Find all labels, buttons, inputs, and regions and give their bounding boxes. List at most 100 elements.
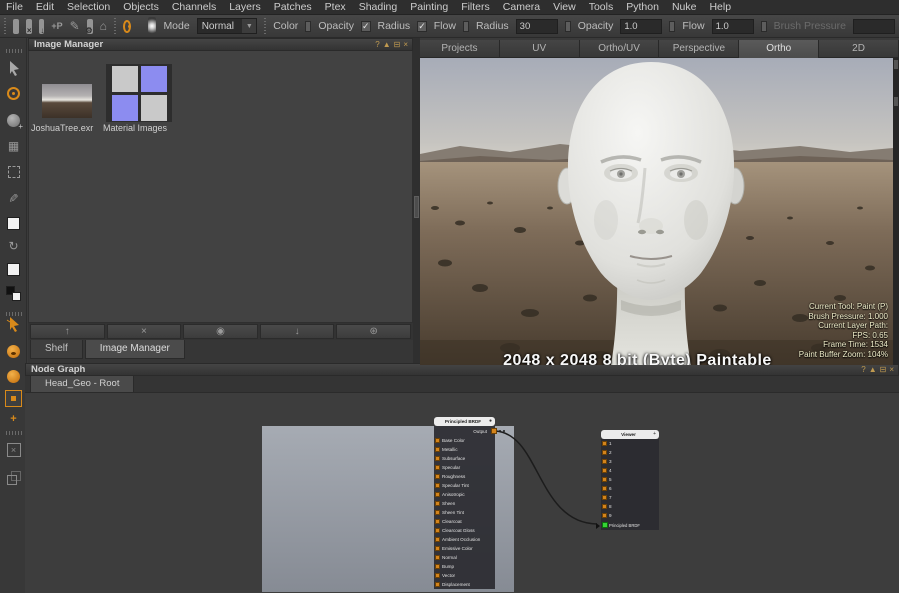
input-port[interactable] [435, 573, 440, 578]
input-port[interactable] [435, 474, 440, 479]
select-tool[interactable] [0, 58, 27, 78]
tab-ortho[interactable]: Ortho [739, 40, 819, 58]
opacity-lock-checkbox[interactable] [669, 21, 675, 32]
menu-nuke[interactable]: Nuke [672, 1, 697, 13]
node-menu-icon[interactable]: ● [489, 419, 492, 424]
strip-handle[interactable] [894, 97, 898, 106]
input-port[interactable] [435, 519, 440, 524]
menu-channels[interactable]: Channels [172, 1, 216, 13]
background-color-swatch[interactable] [0, 259, 27, 279]
input-port[interactable] [602, 459, 607, 464]
close-icon[interactable]: × [403, 41, 408, 49]
swap-colors-button[interactable]: ↻ [0, 236, 27, 256]
input-port[interactable] [602, 486, 607, 491]
input-port[interactable] [435, 582, 440, 587]
save-image-button[interactable]: ↓ [260, 324, 335, 339]
tab-uv[interactable]: UV [500, 40, 580, 58]
input-port[interactable] [602, 441, 607, 446]
radius-input[interactable] [516, 19, 558, 34]
tab-2d[interactable]: 2D [819, 40, 899, 58]
principled-brdf-node[interactable]: Principled BRDF ● Output Base Color Meta… [434, 417, 495, 589]
help-icon[interactable]: ? [375, 41, 379, 49]
input-port[interactable] [435, 564, 440, 569]
duplicate-patch-button[interactable] [0, 468, 27, 488]
new-project-icon[interactable] [13, 19, 19, 34]
flow-pressure-checkbox[interactable] [463, 21, 469, 32]
menu-shading[interactable]: Shading [359, 1, 398, 13]
add-input-icon[interactable]: + [653, 432, 656, 437]
input-port[interactable] [602, 504, 607, 509]
menu-patches[interactable]: Patches [274, 1, 312, 13]
tab-shelf[interactable]: Shelf [30, 340, 83, 359]
tab-projects[interactable]: Projects [420, 40, 500, 58]
input-port[interactable] [602, 513, 607, 518]
color-pressure-checkbox[interactable] [305, 21, 311, 32]
tab-ortho-uv[interactable]: Ortho/UV [580, 40, 660, 58]
open-image-button[interactable]: ↑ [30, 324, 105, 339]
radius-lock-checkbox[interactable] [565, 21, 571, 32]
toolbar-drag-handle[interactable] [264, 18, 266, 34]
input-port[interactable] [602, 477, 607, 482]
input-port[interactable] [435, 456, 440, 461]
menu-ptex[interactable]: Ptex [325, 1, 346, 13]
float-icon[interactable]: ⊟ [880, 366, 887, 374]
tab-head-geo-root[interactable]: Head_Geo - Root [30, 375, 134, 392]
menu-python[interactable]: Python [626, 1, 659, 13]
close-project-icon[interactable]: × [26, 19, 32, 34]
marquee-select-tool[interactable] [0, 162, 27, 182]
collapse-icon[interactable]: ▲ [869, 366, 877, 374]
menu-painting[interactable]: Painting [410, 1, 448, 13]
tab-image-manager[interactable]: Image Manager [85, 340, 185, 359]
image-thumbnail-joshuatree[interactable] [42, 84, 92, 118]
close-icon[interactable]: × [889, 366, 894, 374]
input-port[interactable] [435, 537, 440, 542]
radius-pressure-checkbox[interactable]: ✓ [417, 21, 427, 32]
menu-filters[interactable]: Filters [461, 1, 490, 13]
input-port[interactable] [602, 468, 607, 473]
input-port[interactable] [435, 483, 440, 488]
brush-pressure-input[interactable] [853, 19, 895, 34]
import-settings-icon[interactable]: ⚙ [87, 19, 93, 34]
save-project-icon[interactable]: ↓ [39, 19, 45, 34]
image-manager-titlebar[interactable]: Image Manager ? ▲ ⊟ × [28, 38, 413, 51]
help-icon[interactable]: ? [861, 366, 865, 374]
strip-handle[interactable] [894, 60, 898, 69]
menu-edit[interactable]: Edit [36, 1, 54, 13]
input-port[interactable] [602, 495, 607, 500]
ptex-icon[interactable]: +P [51, 21, 62, 31]
transform-tool[interactable] [0, 314, 27, 334]
paint-tool[interactable] [0, 83, 27, 103]
input-port[interactable] [435, 546, 440, 551]
object-tool[interactable] [0, 366, 27, 386]
input-port[interactable] [435, 555, 440, 560]
input-port[interactable] [435, 528, 440, 533]
menu-selection[interactable]: Selection [67, 1, 110, 13]
paint-brush-icon[interactable]: ✎ [70, 19, 80, 34]
menu-file[interactable]: File [6, 1, 23, 13]
paint-target-icon[interactable] [123, 20, 131, 33]
input-port[interactable] [435, 465, 440, 470]
color-pair-swatch[interactable] [0, 283, 27, 303]
connected-input-port[interactable] [602, 522, 608, 528]
opacity-pressure-checkbox[interactable]: ✓ [361, 21, 371, 32]
eyedropper-tool[interactable]: ✎ [0, 188, 27, 208]
patch-tool-selected[interactable] [0, 388, 27, 408]
flow-input[interactable] [712, 19, 754, 34]
panel-divider[interactable] [413, 38, 420, 363]
menu-tools[interactable]: Tools [589, 1, 614, 13]
bake-icon[interactable]: ⌂ [100, 19, 107, 34]
blur-tool[interactable] [0, 110, 27, 130]
brush-pressure-checkbox[interactable] [761, 21, 767, 32]
foreground-color-swatch[interactable] [0, 213, 27, 233]
blend-mode-select[interactable]: Normal ▼ [197, 18, 258, 34]
input-port[interactable] [435, 492, 440, 497]
divider-handle[interactable] [414, 196, 419, 218]
object-visibility-tool[interactable] [0, 341, 27, 361]
menu-objects[interactable]: Objects [123, 1, 159, 13]
opacity-input[interactable] [620, 19, 662, 34]
node-graph-canvas[interactable]: Principled BRDF ● Output Base Color Meta… [25, 393, 899, 592]
paint-canvas[interactable]: Current Tool: Paint (P) Brush Pressure: … [420, 58, 893, 365]
menu-layers[interactable]: Layers [229, 1, 261, 13]
delete-patch-button[interactable]: × [0, 440, 27, 460]
toolbar-drag-handle[interactable] [114, 18, 116, 34]
